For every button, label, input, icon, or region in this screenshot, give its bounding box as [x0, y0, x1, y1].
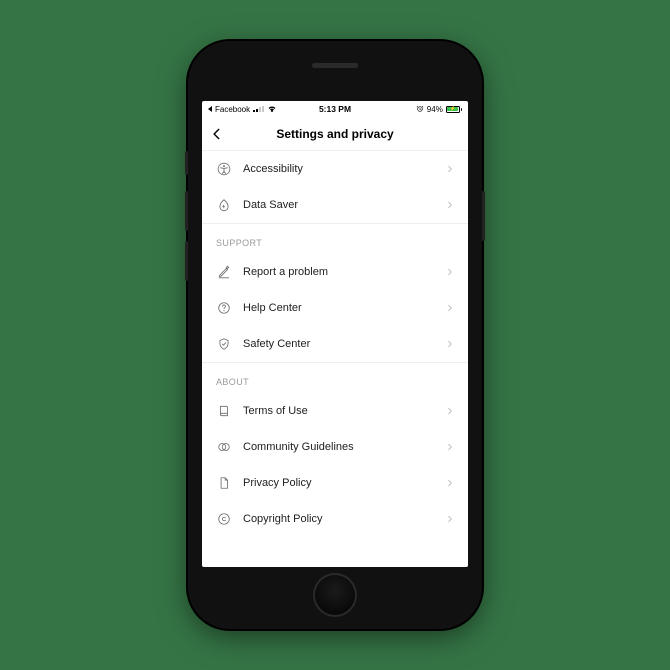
help-icon: [216, 301, 231, 315]
phone-button-power: [482, 191, 485, 241]
alarm-icon: [416, 105, 424, 113]
phone-frame: Facebook 5:13 PM 94% ⚡: [188, 41, 482, 629]
row-label: Accessibility: [243, 163, 434, 175]
chevron-right-icon: [446, 406, 454, 416]
chevron-right-icon: [446, 267, 454, 277]
community-icon: [216, 440, 231, 454]
row-report-problem[interactable]: Report a problem: [202, 254, 468, 290]
chevron-right-icon: [446, 339, 454, 349]
row-label: Privacy Policy: [243, 477, 434, 489]
copyright-icon: [216, 512, 231, 526]
chevron-right-icon: [446, 478, 454, 488]
settings-list[interactable]: Accessibility Data Saver SUPPORT Report …: [202, 151, 468, 567]
row-community-guidelines[interactable]: Community Guidelines: [202, 429, 468, 465]
navbar: Settings and privacy: [202, 117, 468, 151]
battery-icon: ⚡: [446, 106, 462, 113]
accessibility-icon: [216, 162, 231, 176]
edit-icon: [216, 265, 231, 279]
chevron-right-icon: [446, 164, 454, 174]
document-icon: [216, 476, 231, 490]
row-privacy-policy[interactable]: Privacy Policy: [202, 465, 468, 501]
battery-pct: 94%: [427, 105, 443, 114]
screen: Facebook 5:13 PM 94% ⚡: [202, 101, 468, 567]
back-to-app-icon[interactable]: [208, 106, 212, 112]
row-label: Copyright Policy: [243, 513, 434, 525]
cellular-signal-icon: [253, 106, 264, 113]
row-accessibility[interactable]: Accessibility: [202, 151, 468, 187]
section-header-about: ABOUT: [202, 363, 468, 393]
row-help-center[interactable]: Help Center: [202, 290, 468, 326]
phone-button-vol-up: [185, 191, 188, 231]
chevron-right-icon: [446, 200, 454, 210]
row-label: Safety Center: [243, 338, 434, 350]
phone-button-mute: [185, 151, 188, 175]
book-icon: [216, 404, 231, 418]
data-saver-icon: [216, 198, 231, 212]
row-label: Community Guidelines: [243, 441, 434, 453]
row-data-saver[interactable]: Data Saver: [202, 187, 468, 223]
status-time: 5:13 PM: [319, 104, 351, 114]
wifi-icon: [267, 105, 277, 113]
row-label: Data Saver: [243, 199, 434, 211]
page-title: Settings and privacy: [276, 127, 393, 141]
row-label: Terms of Use: [243, 405, 434, 417]
chevron-right-icon: [446, 442, 454, 452]
row-terms-of-use[interactable]: Terms of Use: [202, 393, 468, 429]
section-header-support: SUPPORT: [202, 224, 468, 254]
row-copyright-policy[interactable]: Copyright Policy: [202, 501, 468, 537]
shield-icon: [216, 337, 231, 351]
home-button[interactable]: [313, 573, 357, 617]
chevron-right-icon: [446, 514, 454, 524]
back-to-app-label[interactable]: Facebook: [215, 105, 250, 114]
row-label: Help Center: [243, 302, 434, 314]
row-label: Report a problem: [243, 266, 434, 278]
phone-button-vol-down: [185, 241, 188, 281]
chevron-left-icon: [210, 127, 224, 141]
chevron-right-icon: [446, 303, 454, 313]
phone-speaker: [312, 63, 358, 68]
back-button[interactable]: [210, 127, 224, 141]
status-bar: Facebook 5:13 PM 94% ⚡: [202, 101, 468, 117]
row-safety-center[interactable]: Safety Center: [202, 326, 468, 362]
